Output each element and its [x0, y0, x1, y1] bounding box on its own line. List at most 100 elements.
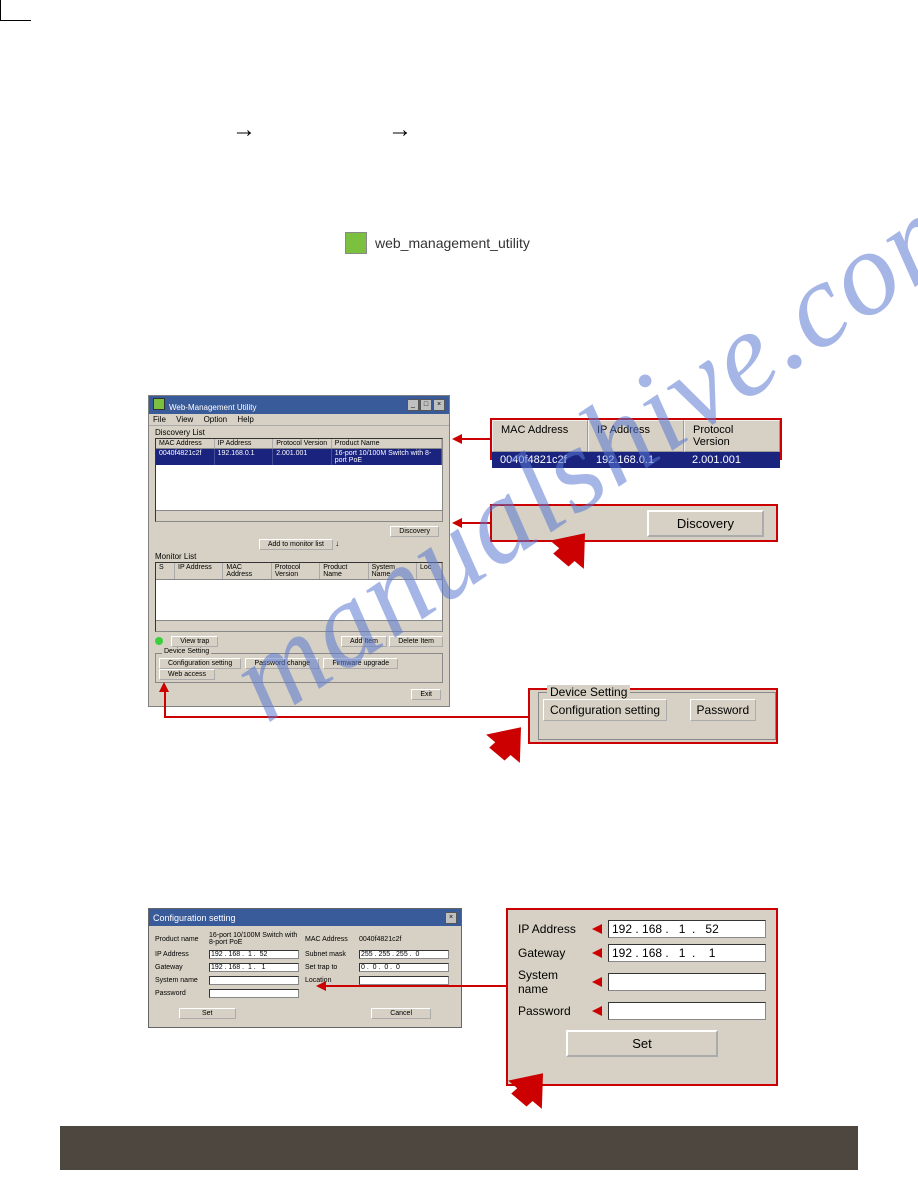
col-product2[interactable]: Product Name: [320, 563, 368, 579]
window-title: Web-Management Utility: [169, 403, 256, 412]
add-item-button[interactable]: Add Item: [341, 636, 387, 647]
red-arrow-icon: [452, 518, 462, 528]
cell-ip: 192.168.0.1: [215, 449, 274, 465]
view-trap-button[interactable]: View trap: [171, 636, 218, 647]
red-arrow-icon: [452, 434, 462, 444]
ip-field[interactable]: [209, 950, 299, 959]
monitor-list-label: Monitor List: [155, 552, 449, 561]
cell-proto: 2.001.001: [273, 449, 332, 465]
discovery-list[interactable]: MAC Address IP Address Protocol Version …: [155, 438, 443, 522]
config-setting-button[interactable]: Configuration setting: [543, 699, 667, 721]
trap-field[interactable]: [359, 963, 449, 972]
discovery-row-selected[interactable]: 0040f4821c2f 192.168.0.1 2.001.001 16-po…: [156, 449, 442, 465]
gateway-field[interactable]: [209, 963, 299, 972]
location-field[interactable]: [359, 976, 449, 985]
maximize-icon[interactable]: □: [420, 399, 432, 411]
password-label: Password: [518, 1004, 586, 1018]
set-button[interactable]: Set: [566, 1030, 718, 1057]
utility-window: Web-Management Utility _□× File View Opt…: [148, 395, 450, 707]
delete-item-button[interactable]: Delete Item: [389, 636, 443, 647]
firmware-upgrade-button[interactable]: Firmware upgrade: [323, 658, 398, 669]
config-window: Configuration setting × Product name 16-…: [148, 908, 462, 1028]
minimize-icon[interactable]: _: [407, 399, 419, 411]
selected-row[interactable]: 0040f4821c2f 192.168.0.1 2.001.001: [492, 452, 780, 468]
col-mac[interactable]: MAC Address: [156, 439, 215, 448]
col-ip[interactable]: IP Address: [215, 439, 274, 448]
titlebar: Web-Management Utility _□×: [149, 396, 449, 414]
red-line: [326, 985, 506, 987]
gateway-field[interactable]: [608, 944, 766, 962]
set-button[interactable]: Set: [179, 1008, 236, 1019]
menu-option[interactable]: Option: [204, 415, 228, 424]
system-name-label: System name: [155, 977, 203, 984]
col-mac[interactable]: MAC Address: [492, 420, 588, 452]
discovery-button[interactable]: Discovery: [647, 510, 764, 537]
add-monitor-button[interactable]: Add to monitor list: [259, 539, 333, 550]
red-arrow-icon: [592, 1006, 602, 1016]
device-setting-panel: Device Setting Configuration setting Pas…: [155, 653, 443, 683]
col-proto2[interactable]: Protocol Version: [272, 563, 320, 579]
cell-mac: 0040f4821c2f: [156, 449, 215, 465]
system-name-field[interactable]: [209, 976, 299, 985]
gateway-label: Gateway: [518, 946, 586, 960]
discovery-button[interactable]: Discovery: [390, 526, 439, 537]
device-setting-callout: Device Setting Configuration setting Pas…: [528, 688, 778, 744]
cancel-button[interactable]: Cancel: [371, 1008, 431, 1019]
cell-mac: 0040f4821c2f: [492, 452, 588, 468]
web-access-button[interactable]: Web access: [159, 669, 215, 680]
col-proto[interactable]: Protocol Version: [273, 439, 332, 448]
red-line: [164, 716, 528, 718]
col-loc[interactable]: Loc: [417, 563, 442, 579]
system-name-label: System name: [518, 968, 586, 996]
device-setting-legend: Device Setting: [162, 648, 211, 655]
col-ip2[interactable]: IP Address: [175, 563, 223, 579]
col-proto[interactable]: Protocol Version: [684, 420, 780, 452]
window-controls[interactable]: _□×: [406, 399, 445, 411]
gateway-label: Gateway: [155, 964, 203, 971]
subnet-label: Subnet mask: [305, 951, 353, 958]
password-button[interactable]: Password: [690, 699, 757, 721]
desktop-shortcut[interactable]: web_management_utility: [345, 232, 530, 254]
close-icon[interactable]: ×: [445, 912, 457, 924]
config-setting-button[interactable]: Configuration setting: [159, 658, 241, 669]
discovery-row-callout: MAC Address IP Address Protocol Version …: [490, 418, 782, 460]
menubar[interactable]: File View Option Help: [149, 414, 449, 426]
red-arrow-icon: [592, 948, 602, 958]
menu-file[interactable]: File: [153, 415, 166, 424]
mac-value: 0040f4821c2f: [359, 936, 449, 943]
window-icon: [153, 398, 165, 410]
password-change-button[interactable]: Password change: [245, 658, 319, 669]
scrollbar[interactable]: [156, 620, 442, 631]
down-arrow-icon: ↓: [335, 539, 339, 548]
red-line: [164, 688, 166, 716]
close-icon[interactable]: ×: [433, 399, 445, 411]
col-ip[interactable]: IP Address: [588, 420, 684, 452]
password-field[interactable]: [209, 989, 299, 998]
password-label: Password: [155, 990, 203, 997]
ip-field[interactable]: [608, 920, 766, 938]
menu-help[interactable]: Help: [237, 415, 253, 424]
menu-view[interactable]: View: [176, 415, 193, 424]
arrow-icon: →: [232, 116, 256, 144]
system-name-field[interactable]: [608, 973, 766, 991]
arrow-icon: →: [388, 116, 412, 144]
col-s[interactable]: S: [156, 563, 175, 579]
cell-product: 16-port 10/100M Switch with 8-port PoE: [332, 449, 442, 465]
col-product[interactable]: Product Name: [332, 439, 442, 448]
scrollbar[interactable]: [156, 510, 442, 521]
cell-ip: 192.168.0.1: [588, 452, 684, 468]
trap-label: Set trap to: [305, 964, 353, 971]
location-label: Location: [305, 977, 353, 984]
password-field[interactable]: [608, 1002, 766, 1020]
subnet-field[interactable]: [359, 950, 449, 959]
monitor-list[interactable]: S IP Address MAC Address Protocol Versio…: [155, 562, 443, 632]
red-arrow-icon: [159, 682, 169, 692]
exit-button[interactable]: Exit: [411, 689, 441, 700]
red-line: [462, 438, 490, 440]
red-arrow-icon: [316, 981, 326, 991]
titlebar: Configuration setting ×: [149, 909, 461, 926]
config-fields-callout: IP Address Gateway System name Password …: [506, 908, 778, 1086]
shortcut-label: web_management_utility: [375, 235, 530, 251]
col-sys[interactable]: System Name: [369, 563, 417, 579]
col-mac2[interactable]: MAC Address: [223, 563, 271, 579]
